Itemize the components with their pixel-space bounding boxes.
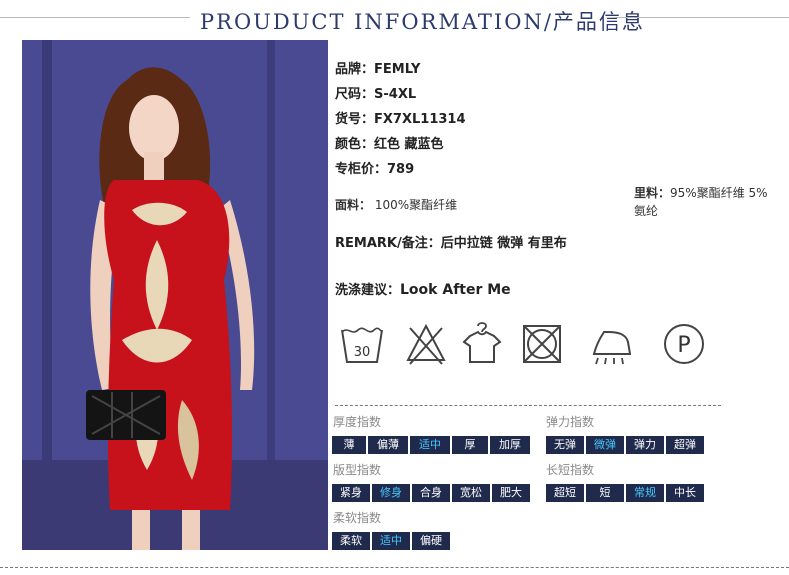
softness-option[interactable]: 偏硬	[412, 532, 450, 550]
wash-temp-text: 30	[354, 345, 371, 360]
length-option-selected[interactable]: 常规	[626, 484, 664, 502]
fit-option[interactable]: 紧身	[332, 484, 370, 502]
length-options: 超短 短 常规 中长	[546, 484, 704, 502]
softness-label: 柔软指数	[333, 511, 382, 525]
spec-color: 颜色：红色 藏蓝色	[335, 137, 444, 152]
thickness-option-selected[interactable]: 适中	[410, 436, 450, 454]
length-option[interactable]: 短	[586, 484, 624, 502]
no-tumble-dry-icon	[523, 325, 561, 363]
spec-lining: 里料：95%聚酯纤维 5% 氨纶	[634, 186, 768, 218]
elasticity-option[interactable]: 弹力	[626, 436, 664, 454]
thickness-option[interactable]: 加厚	[490, 436, 530, 454]
spec-brand: 品牌：FEMLY	[335, 62, 421, 77]
page-title: PROUDUCT INFORMATION/产品信息	[200, 10, 645, 34]
steam-iron-icon	[592, 331, 632, 365]
hang-dry-icon	[462, 322, 502, 363]
footer-divider	[0, 567, 789, 568]
elasticity-options: 无弹 微弹 弹力 超弹	[546, 436, 704, 454]
header-divider-left	[0, 17, 190, 18]
elasticity-option[interactable]: 超弹	[666, 436, 704, 454]
spec-remark: REMARK/备注：后中拉链 微弹 有里布	[335, 236, 567, 251]
fit-option[interactable]: 宽松	[452, 484, 490, 502]
length-label: 长短指数	[546, 463, 595, 477]
dry-clean-letter: P	[677, 333, 690, 358]
fit-label: 版型指数	[333, 463, 382, 477]
model-illustration	[22, 40, 328, 550]
fit-option[interactable]: 肥大	[492, 484, 530, 502]
softness-option[interactable]: 柔软	[332, 532, 370, 550]
spec-fabric: 面料： 100%聚酯纤维	[335, 198, 458, 212]
thickness-option[interactable]: 薄	[332, 436, 366, 454]
fit-option[interactable]: 合身	[412, 484, 450, 502]
thickness-options: 薄 偏薄 适中 厚 加厚	[332, 436, 530, 454]
elasticity-option-selected[interactable]: 微弹	[586, 436, 624, 454]
no-bleach-icon	[406, 323, 446, 365]
elasticity-label: 弹力指数	[546, 415, 595, 429]
fit-option-selected[interactable]: 修身	[372, 484, 410, 502]
length-option[interactable]: 中长	[666, 484, 704, 502]
header-divider-right	[614, 17, 789, 18]
spec-size: 尺码：S-4XL	[335, 87, 417, 102]
thickness-label: 厚度指数	[333, 415, 382, 429]
spec-price: 专柜价：789	[335, 162, 415, 177]
care-icons: 30 P	[336, 320, 716, 372]
dry-clean-p-icon: P	[664, 324, 704, 364]
wash-30-icon: 30	[341, 327, 383, 363]
spec-wash: 洗涤建议：Look After Me	[335, 282, 511, 298]
thickness-option[interactable]: 厚	[452, 436, 488, 454]
elasticity-option[interactable]: 无弹	[546, 436, 584, 454]
spec-sku: 货号：FX7XL11314	[335, 112, 466, 127]
fit-options: 紧身 修身 合身 宽松 肥大	[332, 484, 530, 502]
thickness-option[interactable]: 偏薄	[368, 436, 408, 454]
section-divider	[335, 405, 721, 406]
softness-option-selected[interactable]: 适中	[372, 532, 410, 550]
product-photo	[22, 40, 328, 550]
length-option[interactable]: 超短	[546, 484, 584, 502]
softness-options: 柔软 适中 偏硬	[332, 532, 450, 550]
